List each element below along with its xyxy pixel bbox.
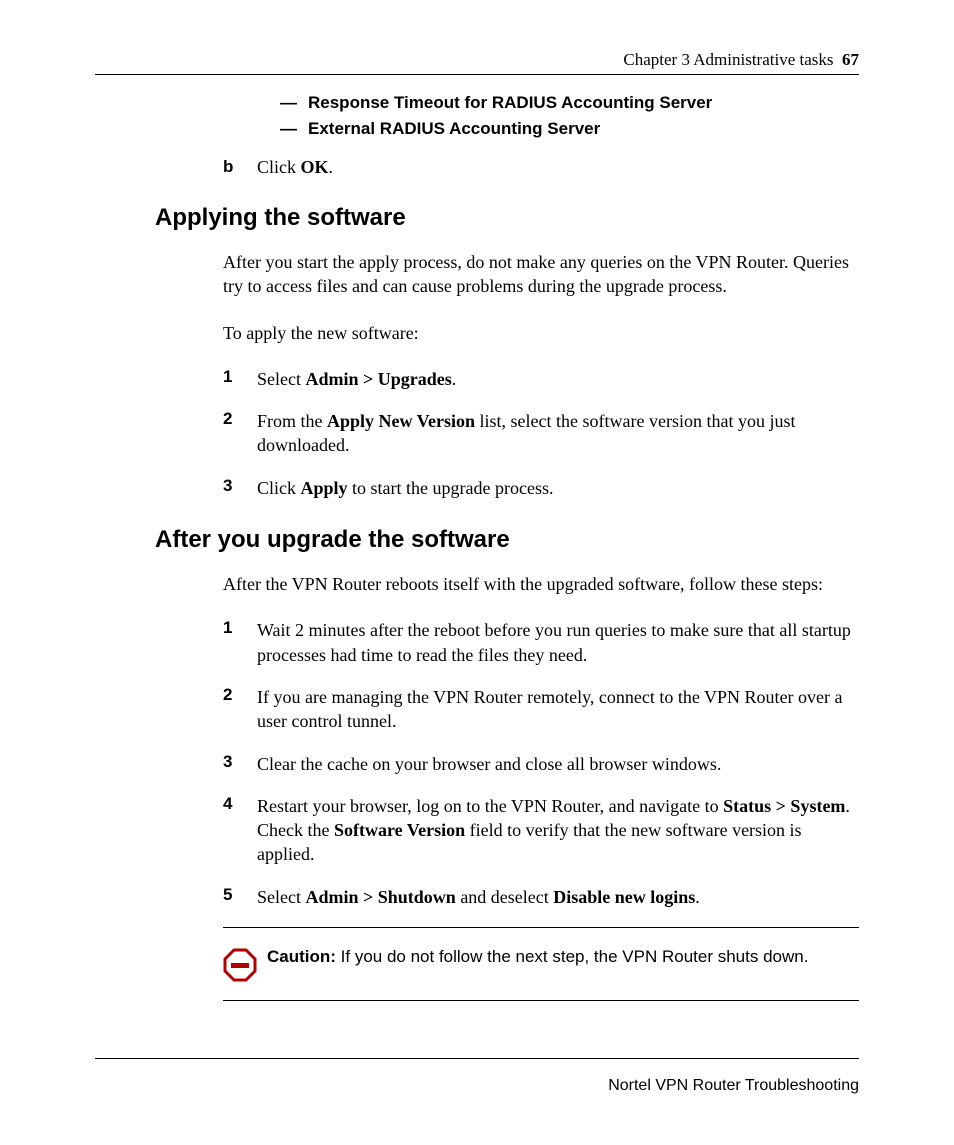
list-item: 2 From the Apply New Version list, selec… <box>223 409 859 458</box>
page-header: Chapter 3 Administrative tasks 67 <box>95 50 859 70</box>
page-footer: Nortel VPN Router Troubleshooting <box>95 1058 859 1095</box>
list-item: 1 Wait 2 minutes after the reboot before… <box>223 618 859 667</box>
chapter-label: Chapter 3 Administrative tasks <box>623 50 833 69</box>
page-number: 67 <box>842 50 859 69</box>
footer-rule <box>95 1058 859 1059</box>
caution-rule-bottom <box>223 1000 859 1001</box>
caution-box: Caution: If you do not follow the next s… <box>223 927 859 1001</box>
substep-marker: b <box>223 157 257 178</box>
list-item: 3 Click Apply to start the upgrade proce… <box>223 476 859 500</box>
list-item: 5 Select Admin > Shutdown and deselect D… <box>223 885 859 909</box>
caution-rule-top <box>223 927 859 928</box>
caution-label: Caution: <box>267 947 336 966</box>
dash-text: Response Timeout for RADIUS Accounting S… <box>308 93 712 113</box>
dash-item: — External RADIUS Accounting Server <box>280 119 859 139</box>
body-paragraph: After you start the apply process, do no… <box>223 250 859 299</box>
body-paragraph: After the VPN Router reboots itself with… <box>223 572 859 596</box>
list-item: 1 Select Admin > Upgrades. <box>223 367 859 391</box>
substep-b: b Click OK. <box>223 157 859 178</box>
header-rule <box>95 74 859 75</box>
footer-text: Nortel VPN Router Troubleshooting <box>95 1077 859 1095</box>
list-item: 3 Clear the cache on your browser and cl… <box>223 752 859 776</box>
caution-icon <box>223 946 267 982</box>
caution-text: If you do not follow the next step, the … <box>336 947 809 966</box>
dash-item: — Response Timeout for RADIUS Accounting… <box>280 93 859 113</box>
list-item: 4 Restart your browser, log on to the VP… <box>223 794 859 867</box>
dash-text: External RADIUS Accounting Server <box>308 119 600 139</box>
section-heading-applying: Applying the software <box>155 204 859 232</box>
list-item: 2 If you are managing the VPN Router rem… <box>223 685 859 734</box>
section-heading-after-upgrade: After you upgrade the software <box>155 526 859 554</box>
body-paragraph: To apply the new software: <box>223 321 859 345</box>
numbered-list: 1 Wait 2 minutes after the reboot before… <box>223 618 859 909</box>
numbered-list: 1 Select Admin > Upgrades. 2 From the Ap… <box>223 367 859 500</box>
